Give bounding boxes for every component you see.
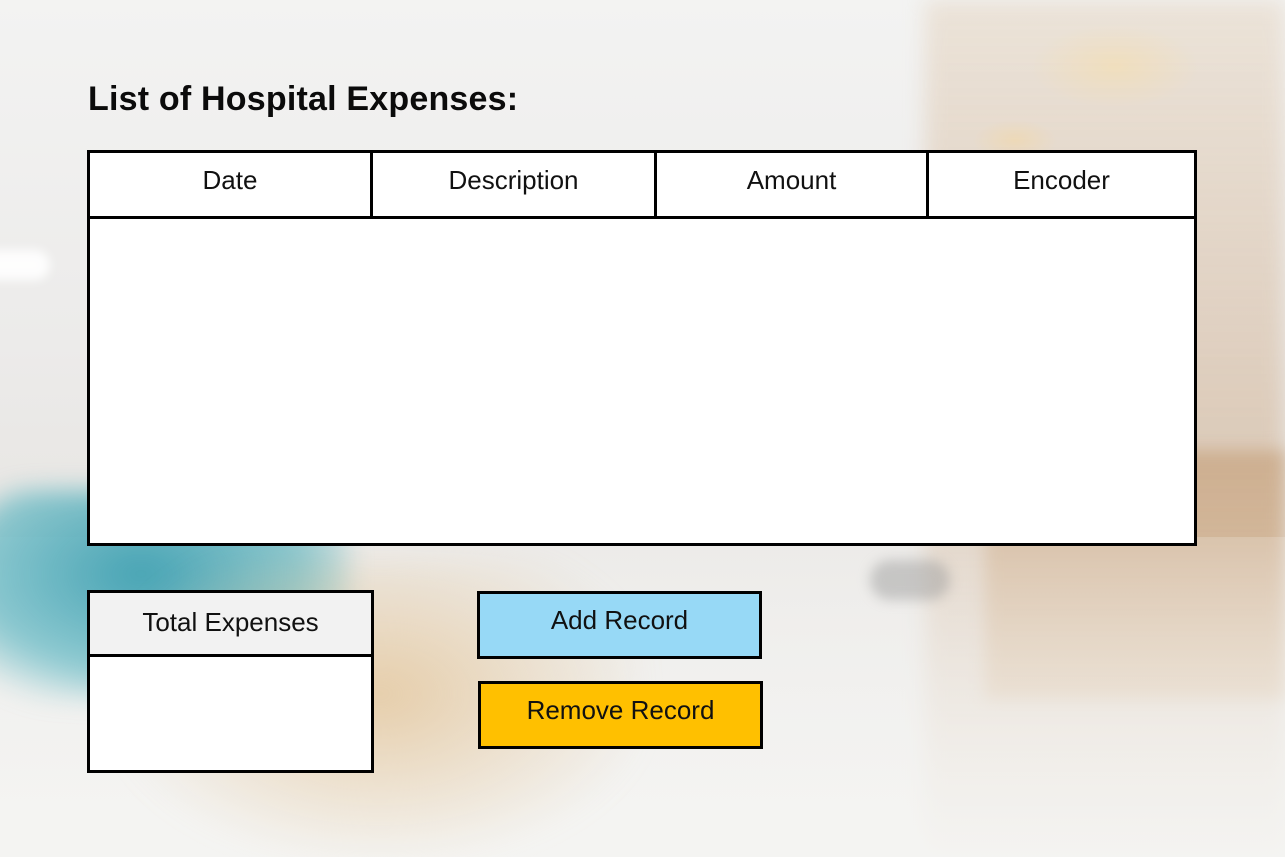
table-body[interactable] [90,219,1194,543]
add-record-button[interactable]: Add Record [477,591,762,659]
column-header-date: Date [90,153,373,216]
column-header-amount: Amount [657,153,929,216]
total-expenses-panel: Total Expenses [87,590,374,773]
expenses-table: Date Description Amount Encoder [87,150,1197,546]
column-header-description: Description [373,153,657,216]
remove-record-button[interactable]: Remove Record [478,681,763,749]
column-header-encoder: Encoder [1013,165,1110,195]
page-title: List of Hospital Expenses: [88,80,519,118]
table-header-row: Date Description Amount Encoder [90,153,1194,219]
total-expenses-label: Total Expenses [90,593,371,657]
total-expenses-value [90,657,371,767]
